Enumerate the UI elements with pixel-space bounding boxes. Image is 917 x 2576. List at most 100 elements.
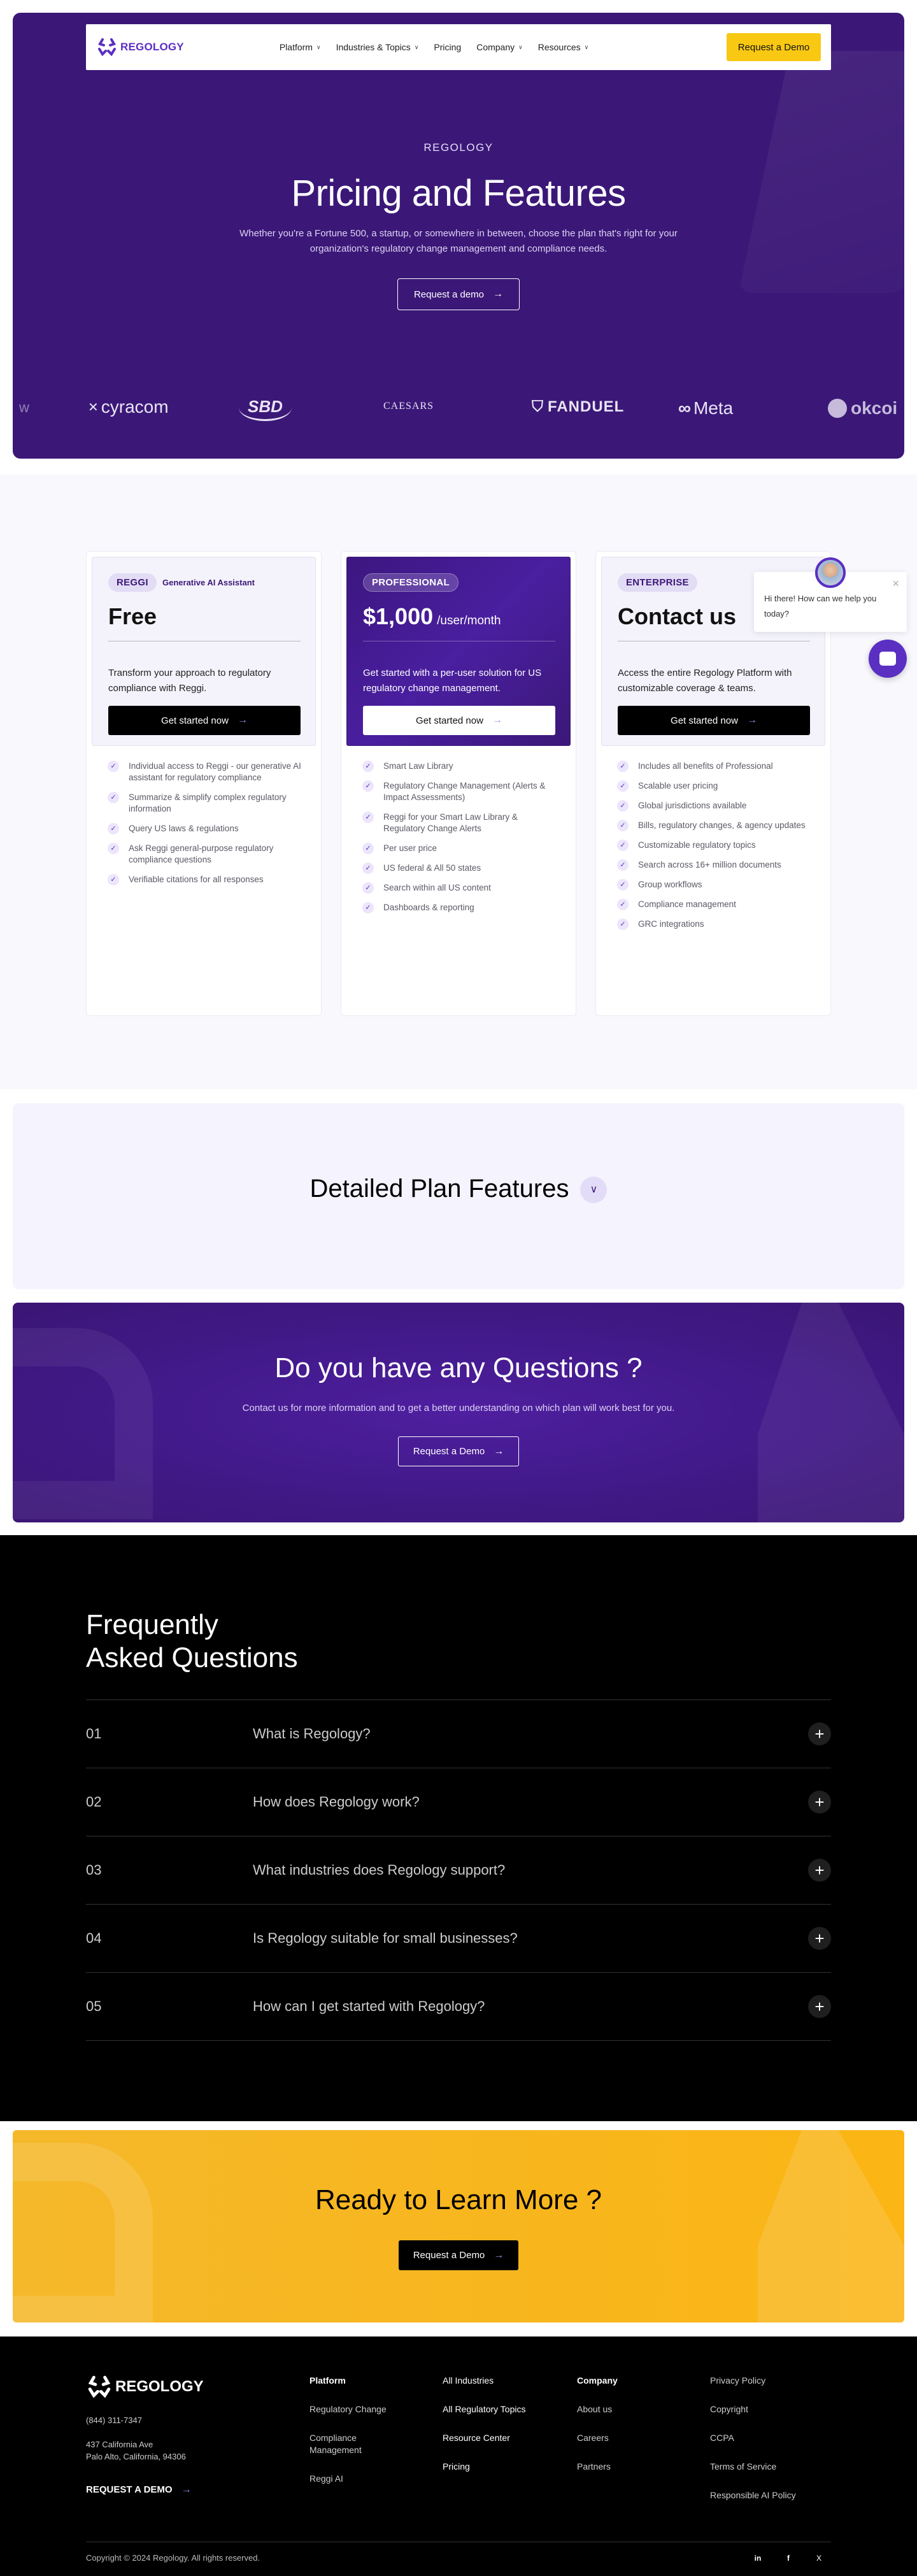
section-title: Do you have any Questions ?	[274, 1352, 643, 1384]
check-icon: ✓	[617, 919, 629, 930]
footer-link[interactable]: CCPA	[710, 2432, 796, 2444]
faq-item[interactable]: 04 Is Regology suitable for small busines…	[86, 1905, 831, 1973]
faq-item[interactable]: 05 How can I get started with Regology? +	[86, 1973, 831, 2041]
footer-heading[interactable]: Company	[577, 2375, 618, 2387]
nav-item-platform[interactable]: Platform ∨	[280, 42, 321, 52]
arrow-right-icon: →	[493, 289, 504, 299]
address-line: Palo Alto, California, 94306	[86, 2452, 186, 2461]
regology-logo-icon	[98, 38, 116, 57]
footer-link[interactable]: All Regulatory Topics	[443, 2403, 525, 2415]
request-demo-button[interactable]: Request a Demo →	[398, 1436, 519, 1466]
feature-text: GRC integrations	[638, 919, 704, 929]
linkedin-icon[interactable]: in	[750, 2551, 765, 2566]
plan-description: Transform your approach to regulatory co…	[108, 668, 271, 694]
brand-logo[interactable]: REGOLOGY	[96, 36, 184, 58]
section-title: Detailed Plan Features	[309, 1175, 569, 1203]
plan-header: PROFESSIONAL $1,000/user/month Get start…	[346, 557, 571, 746]
request-demo-button[interactable]: Request a Demo →	[399, 2240, 518, 2270]
faq-item[interactable]: 03 What industries does Regology support?…	[86, 1836, 831, 1905]
faq-item[interactable]: 01 What is Regology? +	[86, 1700, 831, 1768]
nav-item-resources[interactable]: Resources ∨	[538, 42, 589, 52]
chat-launcher-button[interactable]	[869, 640, 907, 678]
link-label: REQUEST A DEMO	[86, 2484, 173, 2495]
button-label: Get started now	[671, 715, 738, 726]
request-demo-button[interactable]: Request a Demo	[727, 33, 821, 61]
chevron-down-icon[interactable]: ∨	[580, 1177, 608, 1204]
footer-col-industries: All Industries All Regulatory Topics Res…	[443, 2375, 525, 2489]
nav-label: Company	[476, 42, 515, 52]
agent-avatar	[815, 557, 846, 588]
plus-icon[interactable]: +	[808, 1722, 831, 1745]
check-icon: ✓	[617, 761, 629, 772]
nav-item-company[interactable]: Company ∨	[476, 42, 523, 52]
plan-price: Contact us	[618, 603, 737, 629]
footer-link[interactable]: Responsible AI Policy	[710, 2489, 796, 2501]
nav-item-industries-topics[interactable]: Industries & Topics ∨	[336, 42, 419, 52]
faq-question: What industries does Regology support?	[253, 1862, 506, 1878]
button-label: Request a Demo	[413, 1446, 485, 1457]
logo-caesars: CAESARS	[383, 401, 434, 411]
check-icon: ✓	[362, 812, 374, 823]
footer-link[interactable]: About us	[577, 2403, 618, 2415]
plus-icon[interactable]: +	[808, 1791, 831, 1814]
plus-icon[interactable]: +	[808, 1995, 831, 2018]
feature-text: Includes all benefits of Professional	[638, 761, 773, 771]
footer-link[interactable]: Regulatory Change	[309, 2403, 405, 2415]
button-label: Request a Demo	[413, 2250, 485, 2261]
faq-item[interactable]: 02 How does Regology work? +	[86, 1768, 831, 1836]
facebook-icon[interactable]: f	[781, 2551, 796, 2566]
shield-icon: ⛉	[532, 398, 544, 415]
chat-bubble-icon	[879, 652, 896, 666]
feature-list: ✓ Individual access to Reggi - our genera…	[108, 761, 305, 894]
close-icon[interactable]: ×	[892, 577, 899, 590]
logo-text: cyracom	[101, 397, 169, 417]
nav-item-pricing[interactable]: Pricing	[434, 42, 461, 52]
feature-text: Global jurisdictions available	[638, 801, 747, 810]
x-twitter-icon[interactable]: X	[811, 2551, 827, 2566]
footer-link[interactable]: All Industries	[443, 2375, 525, 2387]
footer-link[interactable]: Compliance Management	[309, 2432, 405, 2456]
feature-text: Reggi for your Smart Law Library & Regul…	[383, 812, 518, 833]
feature-item: ✓ Bills, regulatory changes, & agency upd…	[617, 820, 814, 831]
feature-text: Group workflows	[638, 880, 702, 889]
footer-link[interactable]: Careers	[577, 2432, 618, 2444]
get-started-button[interactable]: Get started now →	[363, 706, 555, 735]
logo-text: okcoi	[851, 398, 898, 418]
footer-link[interactable]: Resource Center	[443, 2432, 525, 2444]
feature-item: ✓ Dashboards & reporting	[362, 902, 560, 913]
check-icon: ✓	[617, 800, 629, 812]
logo-text: Meta	[693, 398, 734, 418]
plan-badge: PROFESSIONAL	[363, 573, 458, 592]
check-icon: ✓	[362, 882, 374, 894]
arrow-right-icon: →	[494, 2249, 504, 2261]
plus-icon[interactable]: +	[808, 1859, 831, 1882]
logo-fanduel: ⛉ FANDUEL	[532, 398, 624, 416]
footer-request-demo-link[interactable]: REQUEST A DEMO →	[86, 2484, 192, 2496]
footer-logo[interactable]: REGOLOGY	[86, 2373, 204, 2400]
phone-number[interactable]: (844) 311-7347	[86, 2415, 142, 2425]
button-label: Get started now	[416, 715, 483, 726]
faq-question: How can I get started with Regology?	[253, 1998, 485, 2014]
title-line: Frequently	[86, 1609, 218, 1640]
check-icon: ✓	[362, 902, 374, 913]
detailed-features-header[interactable]: Detailed Plan Features ∨	[13, 1175, 904, 1204]
footer-link[interactable]: Pricing	[443, 2461, 525, 2473]
footer-heading[interactable]: Platform	[309, 2375, 405, 2387]
feature-text: Search within all US content	[383, 883, 491, 892]
feature-text: Bills, regulatory changes, & agency upda…	[638, 820, 806, 830]
footer-link[interactable]: Copyright	[710, 2403, 796, 2415]
questions-cta-section: Do you have any Questions ? Contact us f…	[13, 1303, 904, 1522]
get-started-button[interactable]: Get started now →	[108, 706, 301, 735]
address-line: 437 California Ave	[86, 2440, 153, 2449]
plus-icon[interactable]: +	[808, 1927, 831, 1950]
check-icon: ✓	[362, 780, 374, 792]
footer-link[interactable]: Terms of Service	[710, 2461, 796, 2473]
footer-link[interactable]: Partners	[577, 2461, 618, 2473]
footer-link[interactable]: Privacy Policy	[710, 2375, 796, 2387]
top-navbar: REGOLOGY Platform ∨ Industries & Topics ∨ …	[86, 24, 831, 70]
price-unit: /user/month	[437, 614, 501, 627]
get-started-button[interactable]: Get started now →	[618, 706, 810, 735]
plan-header: REGGI Generative AI Assistant Free Trans…	[92, 557, 316, 746]
footer-link[interactable]: Reggi AI	[309, 2473, 405, 2485]
hero-request-demo-button[interactable]: Request a demo →	[397, 278, 520, 310]
